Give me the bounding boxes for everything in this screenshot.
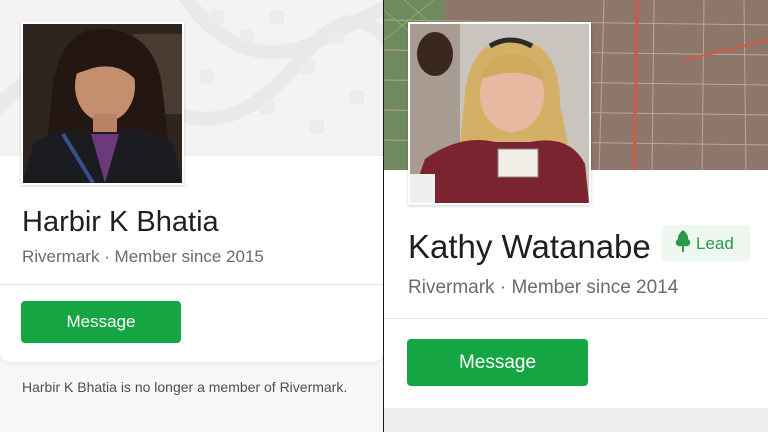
divider-line	[0, 284, 383, 285]
member-subtitle: Rivermark · Member since 2015	[22, 247, 264, 266]
lead-badge: Lead	[662, 225, 750, 262]
member-name: Harbir K Bhatia	[22, 206, 219, 238]
profile-photo	[21, 22, 184, 185]
bottom-strip	[384, 408, 768, 432]
divider-line	[384, 318, 768, 319]
member-name: Kathy Watanabe	[408, 228, 651, 265]
badge-label: Lead	[696, 233, 734, 253]
message-button[interactable]: Message	[21, 301, 181, 343]
membership-notice: Harbir K Bhatia is no longer a member of…	[22, 379, 348, 395]
message-button[interactable]: Message	[407, 339, 588, 386]
member-subtitle: Rivermark · Member since 2014	[408, 277, 679, 298]
tree-icon	[674, 229, 692, 258]
profile-photo	[408, 22, 591, 205]
